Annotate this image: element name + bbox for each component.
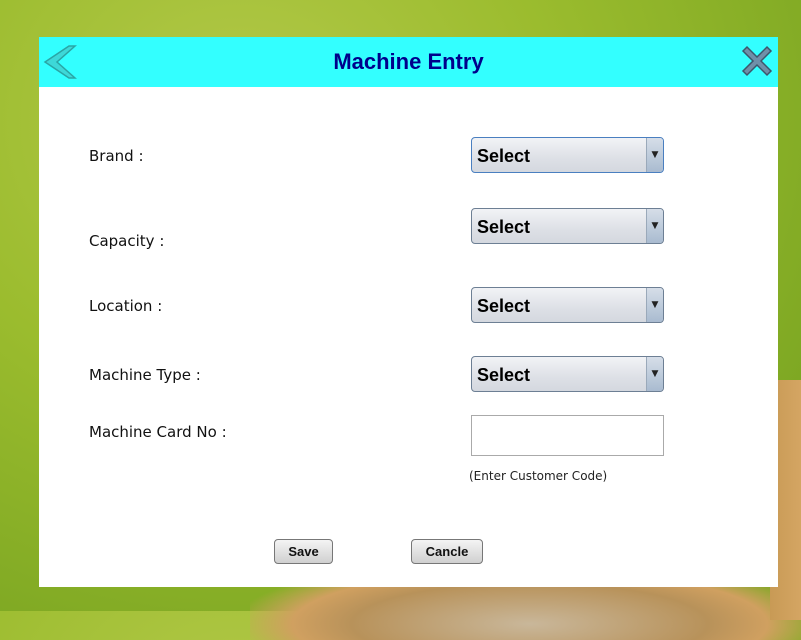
- cancel-button[interactable]: Cancle: [411, 539, 483, 564]
- capacity-label: Capacity :: [89, 232, 165, 250]
- brand-select[interactable]: Select ▼: [471, 137, 664, 173]
- location-select-value: Select: [477, 296, 531, 316]
- machine-card-no-input[interactable]: [471, 415, 664, 456]
- machine-entry-dialog: Machine Entry Brand : Select ▼ Capacity :…: [39, 37, 778, 587]
- location-label: Location :: [89, 297, 163, 315]
- location-select[interactable]: Select ▼: [471, 287, 664, 323]
- brand-label: Brand :: [89, 147, 144, 165]
- machine-card-no-hint: (Enter Customer Code): [469, 469, 608, 483]
- machine-type-select[interactable]: Select ▼: [471, 356, 664, 392]
- chevron-down-icon: ▼: [646, 288, 663, 322]
- chevron-down-icon: ▼: [646, 138, 663, 172]
- chevron-down-icon: ▼: [646, 209, 663, 243]
- capacity-select[interactable]: Select ▼: [471, 208, 664, 244]
- machine-type-select-value: Select: [477, 365, 531, 385]
- dialog-header: Machine Entry: [39, 37, 778, 87]
- machine-card-no-label: Machine Card No :: [89, 423, 227, 441]
- machine-type-label: Machine Type :: [89, 366, 201, 384]
- save-button[interactable]: Save: [274, 539, 333, 564]
- capacity-select-value: Select: [477, 217, 531, 237]
- close-x-icon[interactable]: [738, 42, 776, 80]
- brand-select-value: Select: [477, 146, 531, 166]
- page-title: Machine Entry: [333, 49, 484, 74]
- chevron-down-icon: ▼: [646, 357, 663, 391]
